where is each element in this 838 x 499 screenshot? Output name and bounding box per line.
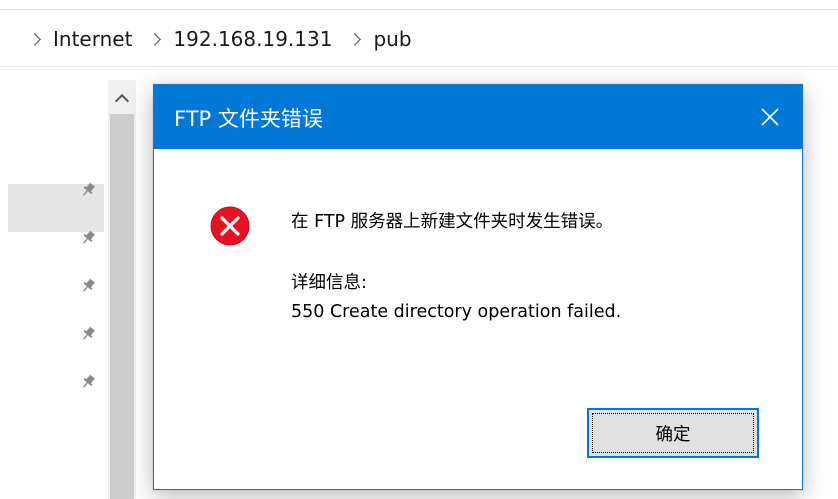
error-icon [210, 206, 250, 246]
pin-icon[interactable] [78, 324, 98, 344]
breadcrumb-item-pub[interactable]: pub [373, 27, 411, 51]
scroll-thumb[interactable] [110, 114, 134, 499]
dialog-title-bar[interactable]: FTP 文件夹错误 [154, 85, 802, 149]
error-message: 在 FTP 服务器上新建文件夹时发生错误。 [291, 212, 614, 232]
dialog-title: FTP 文件夹错误 [174, 107, 323, 131]
pin-icon[interactable] [78, 180, 98, 200]
desktop: Internet 192.168.19.131 pub FTP 文件夹错误 在 … [0, 0, 838, 499]
pin-icon[interactable] [78, 228, 98, 248]
pin-icon[interactable] [78, 372, 98, 392]
close-icon [761, 108, 779, 126]
nav-scrollbar[interactable] [108, 80, 136, 499]
breadcrumb-item-host[interactable]: 192.168.19.131 [173, 27, 332, 51]
chevron-up-icon[interactable] [108, 86, 136, 110]
chevron-right-icon[interactable] [148, 32, 162, 46]
breadcrumb: Internet 192.168.19.131 pub [28, 27, 430, 51]
chevron-right-icon[interactable] [348, 32, 362, 46]
close-button[interactable] [738, 85, 802, 149]
ok-button[interactable]: 确定 [587, 408, 759, 458]
chevron-right-icon[interactable] [28, 32, 41, 46]
detail-label: 详细信息: [291, 273, 367, 293]
error-detail: 550 Create directory operation failed. [291, 302, 622, 322]
pin-icon[interactable] [78, 276, 98, 296]
breadcrumb-item-internet[interactable]: Internet [53, 27, 132, 51]
window-top-strip [0, 0, 838, 10]
ftp-error-dialog: FTP 文件夹错误 在 FTP 服务器上新建文件夹时发生错误。 详细信息: 55… [153, 84, 803, 490]
